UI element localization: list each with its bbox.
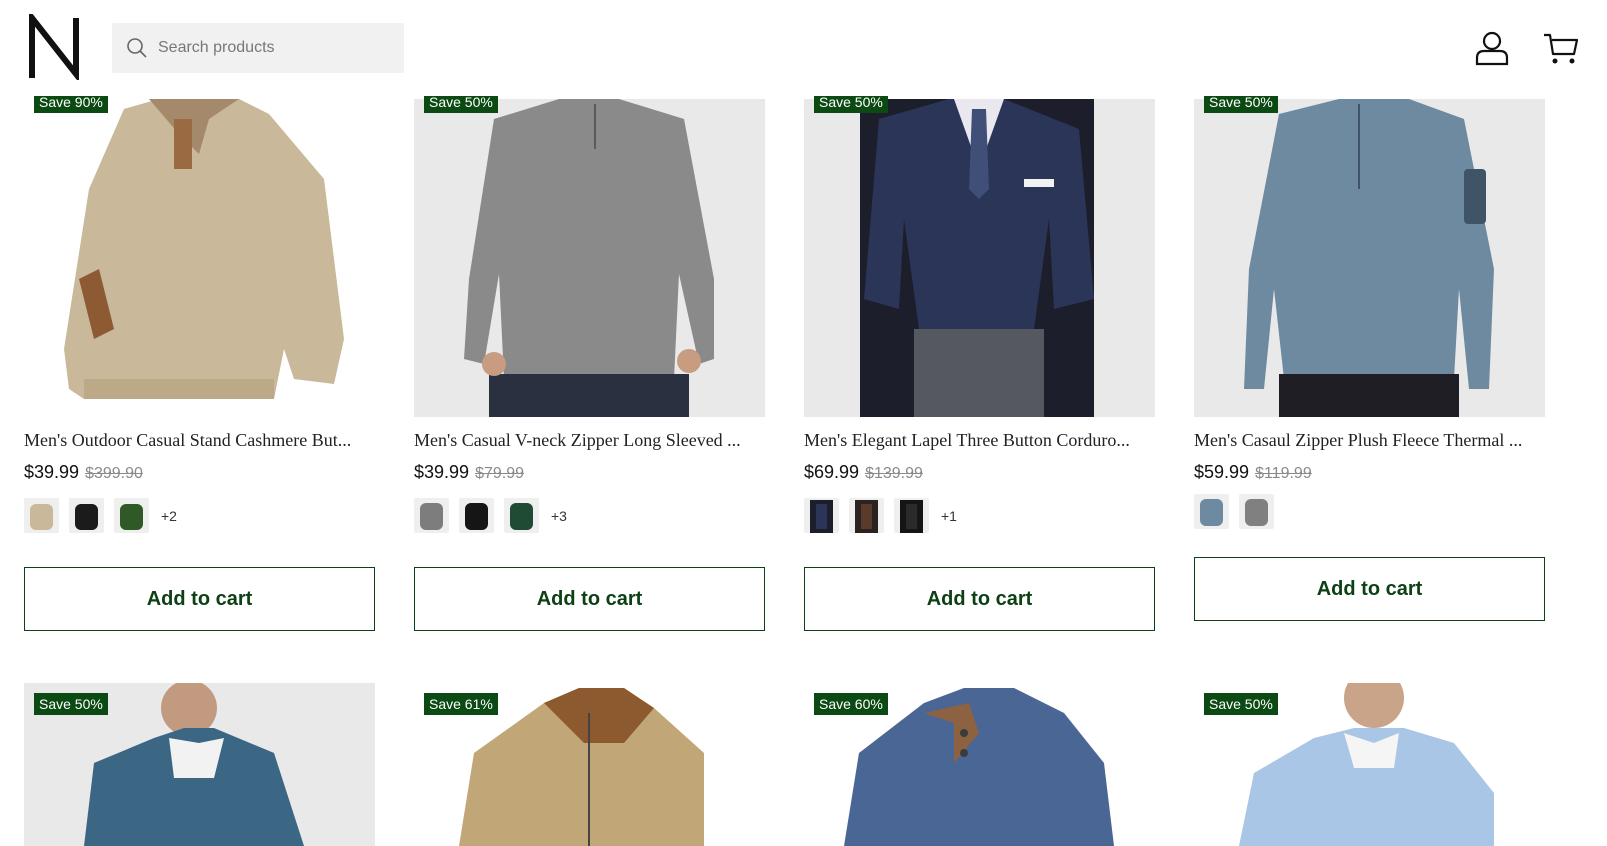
discount-badge: Save 50%	[34, 693, 108, 715]
site-header	[0, 0, 1607, 96]
discount-badge: Save 50%	[1204, 693, 1278, 715]
add-to-cart-button[interactable]: Add to cart	[414, 567, 765, 631]
price-row: $39.99 $399.90	[24, 462, 143, 483]
product-image[interactable]	[1194, 99, 1545, 417]
price-row: $69.99 $139.99	[804, 462, 923, 483]
price-row: $39.99 $79.99	[414, 462, 524, 483]
product-image[interactable]	[24, 99, 375, 417]
color-swatch[interactable]	[24, 498, 59, 533]
search-icon	[127, 38, 147, 58]
product-title[interactable]: Men's Outdoor Casual Stand Cashmere But.…	[24, 430, 375, 451]
compare-price: $119.99	[1255, 465, 1312, 482]
color-swatches: +3	[414, 498, 567, 533]
product-title[interactable]: Men's Casual V-neck Zipper Long Sleeved …	[414, 430, 765, 451]
compare-price: $79.99	[475, 465, 524, 482]
color-swatch[interactable]	[849, 498, 884, 533]
color-swatch[interactable]	[804, 498, 839, 533]
search-input[interactable]	[158, 39, 378, 57]
sale-price: $39.99	[24, 462, 80, 482]
product-title[interactable]: Men's Casaul Zipper Plush Fleece Thermal…	[1194, 430, 1545, 451]
cart-icon[interactable]	[1543, 30, 1579, 66]
color-swatch[interactable]	[459, 498, 494, 533]
product-image[interactable]	[804, 99, 1155, 417]
add-to-cart-button[interactable]: Add to cart	[1194, 557, 1545, 621]
sale-price: $69.99	[804, 462, 860, 482]
more-colors-count[interactable]: +3	[551, 508, 567, 524]
color-swatch[interactable]	[894, 498, 929, 533]
color-swatch[interactable]	[1239, 494, 1274, 529]
more-colors-count[interactable]: +2	[161, 508, 177, 524]
add-to-cart-button[interactable]: Add to cart	[804, 567, 1155, 631]
sale-price: $59.99	[1194, 462, 1250, 482]
sale-price: $39.99	[414, 462, 470, 482]
color-swatch[interactable]	[69, 498, 104, 533]
color-swatches: +1	[804, 498, 957, 533]
compare-price: $399.90	[85, 465, 143, 482]
search-bar[interactable]	[112, 23, 404, 73]
color-swatches	[1194, 494, 1274, 529]
color-swatch[interactable]	[414, 498, 449, 533]
account-icon[interactable]	[1474, 30, 1510, 66]
add-to-cart-button[interactable]: Add to cart	[24, 567, 375, 631]
discount-badge: Save 61%	[424, 693, 498, 715]
logo[interactable]	[28, 14, 82, 80]
price-row: $59.99 $119.99	[1194, 462, 1312, 483]
more-colors-count[interactable]: +1	[941, 508, 957, 524]
compare-price: $139.99	[865, 465, 923, 482]
product-image[interactable]	[414, 99, 765, 417]
discount-badge: Save 60%	[814, 693, 888, 715]
color-swatch[interactable]	[114, 498, 149, 533]
color-swatches: +2	[24, 498, 177, 533]
product-title[interactable]: Men's Elegant Lapel Three Button Corduro…	[804, 430, 1155, 451]
color-swatch[interactable]	[504, 498, 539, 533]
color-swatch[interactable]	[1194, 494, 1229, 529]
